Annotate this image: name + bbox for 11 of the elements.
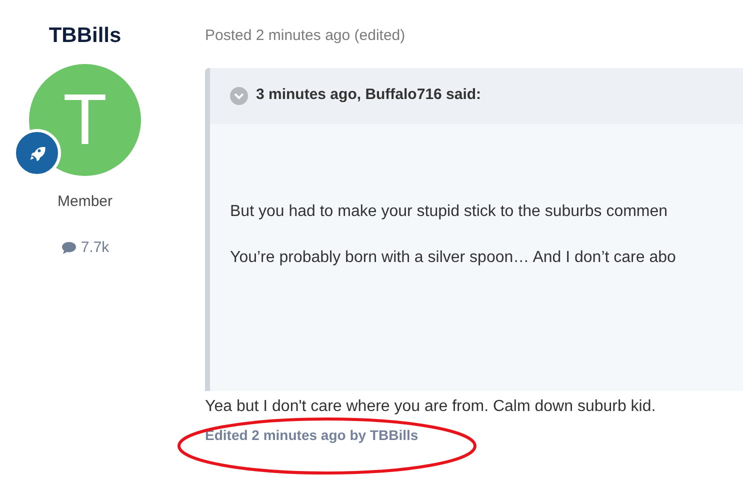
- quote-text: You’re probably born with a silver spoon… And I don’t care abo: [230, 248, 677, 268]
- edited-note: Edited 2 minutes ago by TBBills: [205, 426, 420, 445]
- member-role: Member: [57, 192, 112, 212]
- post-count: 7.7k: [80, 238, 110, 258]
- quote-citation: 3 minutes ago, Buffalo716 said:: [256, 85, 482, 106]
- quote-text: But you had to make your stupid stick to the suburbs commen: [230, 202, 669, 222]
- post-meta: Posted 2 minutes ago (edited): [205, 26, 406, 46]
- speech-bubble-icon: [60, 241, 77, 256]
- author-name[interactable]: TBBills: [48, 20, 122, 52]
- post-body: Yea but I don't care where you are from. Calm down suburb kid.: [205, 396, 657, 416]
- chevron-circle-icon[interactable]: [230, 86, 248, 104]
